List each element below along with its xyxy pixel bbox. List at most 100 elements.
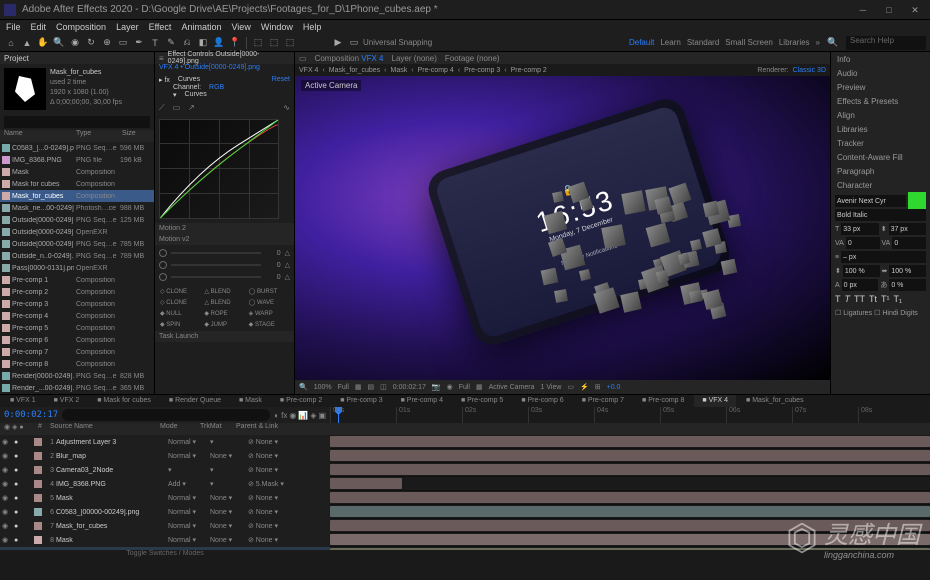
viewer-footage-tab[interactable]: Footage (none) xyxy=(445,54,500,63)
mask-icon[interactable]: ◫ xyxy=(380,383,387,391)
menu-effect[interactable]: Effect xyxy=(149,22,172,32)
viewer-tab-label[interactable]: Composition VFX 4 xyxy=(315,54,384,63)
project-columns[interactable]: Name Type Size xyxy=(0,130,154,142)
timeline-layer[interactable]: ◉●8MaskNormal ▾None ▾⊘ None ▾ xyxy=(0,533,930,547)
graph-icon[interactable]: 📊 xyxy=(298,411,308,420)
timeline-layer[interactable]: ◉●3Camera03_2Node ▾ ▾⊘ None ▾ xyxy=(0,463,930,477)
roto-tool-icon[interactable]: 👤 xyxy=(212,36,226,50)
all-caps[interactable]: TT xyxy=(854,294,865,304)
motion-panel-header[interactable]: Motion 2 xyxy=(155,223,294,234)
zoom-tool-icon[interactable]: 🔍 xyxy=(52,36,66,50)
panel-align[interactable]: Align xyxy=(831,108,930,122)
menu-edit[interactable]: Edit xyxy=(31,22,47,32)
zoom-level[interactable]: 100% xyxy=(314,384,332,391)
pixel-aspect-icon[interactable]: ▭ xyxy=(567,383,574,391)
project-item[interactable]: Pre-comp 6Composition xyxy=(0,334,154,346)
project-tab[interactable]: Project xyxy=(4,54,29,63)
zoom-icon[interactable]: 🔍 xyxy=(299,383,308,391)
current-timecode[interactable]: 0:00:02:17 xyxy=(4,410,58,420)
menu-window[interactable]: Window xyxy=(261,22,293,32)
minimize-button[interactable]: ─ xyxy=(856,3,870,17)
rect-tool-icon[interactable]: ▭ xyxy=(116,36,130,50)
kerning[interactable]: 0 xyxy=(846,237,880,249)
breadcrumb-item[interactable]: Pre-comp 2 xyxy=(511,67,547,74)
frame-icon[interactable]: ▭ xyxy=(347,36,361,50)
project-search-input[interactable] xyxy=(4,116,150,128)
transparency-icon[interactable]: ▦ xyxy=(476,383,483,391)
fill-color[interactable] xyxy=(908,192,926,210)
motion-preset[interactable]: ◆ SPIN xyxy=(159,320,201,329)
menu-layer[interactable]: Layer xyxy=(116,22,139,32)
menu-file[interactable]: File xyxy=(6,22,21,32)
snapshot-icon[interactable]: 📷 xyxy=(432,383,441,391)
motion-preset[interactable]: ◯ WAVE xyxy=(248,298,290,307)
motion-preset[interactable]: ◆ NULL xyxy=(159,309,201,318)
view-axis-icon[interactable]: ⬚ xyxy=(283,36,297,50)
project-item[interactable]: Outside[0000-0249].pngOpenEXR xyxy=(0,226,154,238)
subscript[interactable]: T₁ xyxy=(894,294,903,304)
timeline-tab[interactable]: ■ VFX 4 xyxy=(694,395,736,407)
timeline-layer[interactable]: ◉●9Outside[0000-0249].pngNormal ▾None ▾⊘… xyxy=(0,547,930,550)
fast-preview-icon[interactable]: ⚡ xyxy=(580,383,589,391)
motion-slider[interactable]: 0△ xyxy=(159,259,290,271)
panel-audio[interactable]: Audio xyxy=(831,66,930,80)
project-item[interactable]: Mask_for_cubesComposition xyxy=(0,190,154,202)
world-axis-icon[interactable]: ⬚ xyxy=(267,36,281,50)
motion-preset[interactable]: ◯ BURST xyxy=(248,287,290,296)
project-item[interactable]: Outside[0000-0249].pngPNG Seq…e785 MB xyxy=(0,238,154,250)
anchor-tool-icon[interactable]: ⊕ xyxy=(100,36,114,50)
timeline-tab[interactable]: ■ Pre-comp 5 xyxy=(453,395,511,407)
panel-character[interactable]: Character xyxy=(831,178,930,192)
hscale[interactable]: 100 % xyxy=(889,265,926,277)
motion-v2-header[interactable]: Motion v2 xyxy=(155,234,294,245)
motion-preset[interactable]: △ BLEND xyxy=(203,287,245,296)
motion-blur-icon[interactable]: ◉ xyxy=(289,411,296,420)
maximize-button[interactable]: □ xyxy=(882,3,896,17)
motion-preset[interactable]: ◇ CLONE xyxy=(159,298,201,307)
visibility-toggle[interactable]: ◉ xyxy=(2,494,12,502)
visibility-toggle[interactable]: ◉ xyxy=(2,466,12,474)
project-item[interactable]: Outside_n..0-0249].pngPNG Seq…e789 MB xyxy=(0,250,154,262)
motion-preset[interactable]: ◈ WARP xyxy=(248,309,290,318)
timeline-tab[interactable]: ■ Pre-comp 7 xyxy=(574,395,632,407)
motion-preset[interactable]: ◆ JUMP xyxy=(203,320,245,329)
project-item[interactable]: Render_...00-0249].pngPNG Seq…e365 MB xyxy=(0,382,154,394)
panel-preview[interactable]: Preview xyxy=(831,80,930,94)
timeline-layer[interactable]: ◉●1Adjustment Layer 3Normal ▾ ▾⊘ None ▾ xyxy=(0,435,930,449)
brush-tool-icon[interactable]: ✎ xyxy=(164,36,178,50)
curves-tool-open-icon[interactable]: ↗ xyxy=(188,103,195,113)
superscript[interactable]: T¹ xyxy=(881,294,890,304)
ligatures-toggle[interactable]: Ligatures xyxy=(843,310,872,317)
timeline-layers[interactable]: ◉●1Adjustment Layer 3Normal ▾ ▾⊘ None ▾ ◉… xyxy=(0,435,930,550)
timeline-tab[interactable]: ■ VFX 2 xyxy=(46,395,88,407)
panel-paragraph[interactable]: Paragraph xyxy=(831,164,930,178)
puppet-tool-icon[interactable]: 📍 xyxy=(228,36,242,50)
timeline-tabs[interactable]: ■ VFX 1■ VFX 2■ Mask for cubes■ Render Q… xyxy=(0,395,930,407)
panel-content-aware-fill[interactable]: Content-Aware Fill xyxy=(831,150,930,164)
motion-preset[interactable]: ◆ ROPE xyxy=(203,309,245,318)
pen-tool-icon[interactable]: ✒ xyxy=(132,36,146,50)
project-item[interactable]: Pre-comp 3Composition xyxy=(0,298,154,310)
resolution-select[interactable]: Full xyxy=(338,384,349,391)
rotate-tool-icon[interactable]: ↻ xyxy=(84,36,98,50)
project-item[interactable]: Pre-comp 4Composition xyxy=(0,310,154,322)
menu-view[interactable]: View xyxy=(231,22,250,32)
workspace-default[interactable]: Default xyxy=(629,38,654,47)
timeline-tab[interactable]: ■ Pre-comp 3 xyxy=(332,395,390,407)
timeline-tab[interactable]: ■ VFX 1 xyxy=(2,395,44,407)
timeline-tab[interactable]: ■ Pre-comp 2 xyxy=(272,395,330,407)
stroke-width[interactable]: – px xyxy=(841,251,926,263)
draft3d-icon[interactable]: ▣ xyxy=(318,411,326,420)
timeline-search-input[interactable] xyxy=(62,409,270,421)
task-launch[interactable]: Task Launch xyxy=(155,331,294,342)
grid-icon[interactable]: ▦ xyxy=(355,383,362,391)
project-item[interactable]: Pre-comp 7Composition xyxy=(0,346,154,358)
effect-controls-tab[interactable]: Effect Controls Outside[0000-0249].png xyxy=(168,51,290,65)
menu-animation[interactable]: Animation xyxy=(181,22,221,32)
project-item[interactable]: Render[0000-0249].pngPNG Seq…e828 MB xyxy=(0,370,154,382)
project-item[interactable]: Pass[0000-0131].pngOpenEXR xyxy=(0,262,154,274)
breadcrumb-item[interactable]: Pre-comp 4 xyxy=(418,67,454,74)
font-family-select[interactable]: Avenir Next Cyr xyxy=(835,195,906,207)
local-axis-icon[interactable]: ⬚ xyxy=(251,36,265,50)
orbit-tool-icon[interactable]: ◉ xyxy=(68,36,82,50)
